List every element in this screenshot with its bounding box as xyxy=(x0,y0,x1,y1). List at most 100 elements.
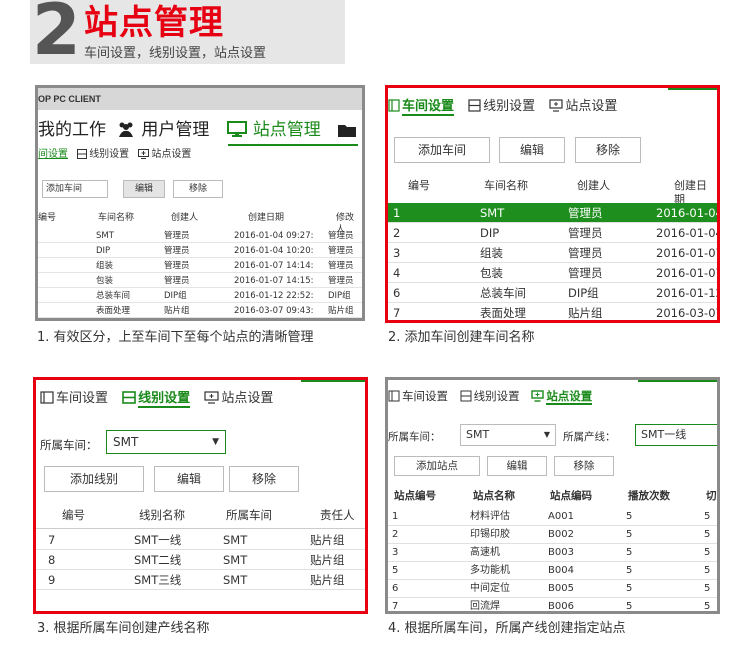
workshop-label: 所属车间： xyxy=(40,438,98,452)
screenshot-site-settings: 车间设置 线别设置 站点设置 所属车间： SMT ▼ 所属产线： SMT一线 添加… xyxy=(385,377,720,614)
remove-button[interactable]: 移除 xyxy=(554,456,614,476)
workshop-icon xyxy=(388,99,400,118)
table-row[interactable]: 2 DIP 管理员 2016-01-04 xyxy=(388,223,717,243)
remove-button[interactable]: 移除 xyxy=(229,466,299,492)
workshop-icon xyxy=(40,391,54,410)
line-icon xyxy=(122,391,136,410)
edit-button[interactable]: 编辑 xyxy=(499,137,565,163)
accent-line xyxy=(638,380,717,382)
nav-site-management[interactable]: 站点管理 xyxy=(226,120,327,140)
workshop-label: 所属车间： xyxy=(388,431,441,443)
column-header: 站点编号 xyxy=(394,490,436,502)
caption-3: 3. 根据所属车间创建产线名称 xyxy=(37,621,210,636)
edit-button[interactable]: 编辑 xyxy=(154,466,224,492)
edit-button[interactable]: 编辑 xyxy=(487,456,547,476)
column-header: 编号 xyxy=(408,179,430,192)
header-divider xyxy=(36,528,365,529)
column-header: 车间名称 xyxy=(484,179,528,192)
column-header: 车间名称 xyxy=(98,213,135,223)
table-row[interactable]: 组装 管理员 2016-01-07 14:14: 管理员 xyxy=(38,260,362,273)
column-header: 创建人 xyxy=(171,213,199,223)
add-workshop-button[interactable]: 添加车间 xyxy=(394,137,490,163)
add-workshop-button[interactable]: 添加车间 xyxy=(42,180,108,198)
add-line-button[interactable]: 添加线别 xyxy=(44,466,144,492)
column-header: 切 xyxy=(706,490,717,502)
section-subtitle: 车间设置，线别设置，站点设置 xyxy=(84,46,267,61)
workshop-select[interactable]: SMT ▼ xyxy=(106,430,226,454)
line-label: 所属产线： xyxy=(563,431,616,443)
caption-1: 1. 有效区分，上至车间下至每个站点的清晰管理 xyxy=(37,330,314,345)
tab-bar: 车间设置 线别设置 站点设置 xyxy=(388,388,593,406)
edit-button[interactable]: 编辑 xyxy=(123,180,165,198)
tab-site-settings[interactable]: 站点设置 xyxy=(151,149,191,160)
site-icon xyxy=(204,391,219,410)
tab-workshop-settings[interactable]: 车间设置 xyxy=(56,391,108,406)
tab-site-settings[interactable]: 站点设置 xyxy=(546,389,593,405)
nav-active-underline xyxy=(228,144,358,146)
line-icon xyxy=(468,99,481,118)
folder-icon xyxy=(338,120,357,144)
line-select[interactable]: SMT一线 xyxy=(635,424,717,446)
workshop-select[interactable]: SMT ▼ xyxy=(460,424,556,446)
line-icon xyxy=(460,390,472,406)
table-row[interactable]: 包装 管理员 2016-01-07 14:15: 管理员 xyxy=(38,275,362,288)
table-row[interactable]: 7 表面处理 贴片组 2016-03-07 xyxy=(388,303,717,320)
site-icon xyxy=(138,149,150,164)
tab-line-settings[interactable]: 线别设置 xyxy=(89,149,129,160)
app-title: OP PC CLIENT xyxy=(38,94,101,104)
table-row[interactable]: 1 材料评估 A001 5 5 xyxy=(388,508,717,526)
tab-bar: 车间设置 线别设置 站点设置 xyxy=(40,390,273,410)
table-row[interactable]: 2 印锡印胶 B002 5 5 xyxy=(388,526,717,544)
column-header: 站点编码 xyxy=(550,490,592,502)
column-header: 所属车间 xyxy=(226,508,272,522)
table-row[interactable]: 3 组装 管理员 2016-01-07 xyxy=(388,243,717,263)
remove-button[interactable]: 移除 xyxy=(173,180,223,198)
tab-line-settings[interactable]: 线别设置 xyxy=(138,391,191,408)
add-site-button[interactable]: 添加站点 xyxy=(394,456,480,476)
tab-workshop-settings[interactable]: 车间设置 xyxy=(402,99,455,116)
table-row[interactable]: 6 中间定位 B005 5 5 xyxy=(388,580,717,598)
column-header: 播放次数 xyxy=(628,490,670,502)
nav-documents[interactable]: 文 xyxy=(338,120,362,140)
column-header: 责任人 xyxy=(320,508,355,522)
tab-workshop-settings[interactable]: 间设置 xyxy=(38,149,68,160)
tab-bar: 车间设置 线别设置 站点设置 xyxy=(388,98,617,118)
accent-line xyxy=(668,88,717,90)
table-row[interactable]: 总装车间 DIP组 2016-01-12 22:52: DIP组 xyxy=(38,290,362,303)
column-header: 线别名称 xyxy=(139,508,185,522)
table-row[interactable]: 5 多功能机 B004 5 5 xyxy=(388,562,717,580)
screenshot-workshop-settings: 车间设置 线别设置 站点设置 添加车间 编辑 移除 编号 车间名称 创建人 创建… xyxy=(385,85,720,323)
dropdown-arrow-icon: ▼ xyxy=(212,437,219,447)
accent-line xyxy=(301,380,365,382)
screenshot-line-settings: 车间设置 线别设置 站点设置 所属车间： SMT ▼ 添加线别 编辑 移除 编号 … xyxy=(33,377,368,614)
table-row[interactable]: 6 总装车间 DIP组 2016-01-12 xyxy=(388,283,717,303)
nav-my-work[interactable]: 我的工作 xyxy=(38,120,106,140)
site-icon xyxy=(549,99,563,118)
dropdown-arrow-icon: ▼ xyxy=(543,430,550,439)
tab-site-settings[interactable]: 站点设置 xyxy=(565,99,617,114)
line-icon xyxy=(77,149,88,164)
section-title: 站点管理 xyxy=(84,3,224,43)
column-header: 编号 xyxy=(62,508,85,522)
column-header: 创建人 xyxy=(577,179,610,192)
table-row[interactable]: 3 高速机 B003 5 5 xyxy=(388,544,717,562)
tab-workshop-settings[interactable]: 车间设置 xyxy=(402,389,448,403)
table-row[interactable]: DIP 管理员 2016-01-04 10:20: 管理员 xyxy=(38,245,362,258)
nav-user-management[interactable]: 用户管理 xyxy=(117,120,215,140)
table-row[interactable]: 9 SMT三线 SMT 贴片组 xyxy=(36,570,365,590)
main-nav: 我的工作 用户管理 站点管理 文 xyxy=(38,118,362,144)
remove-button[interactable]: 移除 xyxy=(575,137,641,163)
app-titlebar: OP PC CLIENT xyxy=(38,88,362,110)
table-row[interactable]: 8 SMT二线 SMT 贴片组 xyxy=(36,550,365,570)
tab-site-settings[interactable]: 站点设置 xyxy=(221,391,273,406)
table-row[interactable]: SMT 管理员 2016-01-04 09:27: 管理员 xyxy=(38,230,362,243)
table-row-selected[interactable]: 1 SMT 管理员 2016-01-04 xyxy=(388,203,717,223)
table-row[interactable]: 4 包装 管理员 2016-01-07 xyxy=(388,263,717,283)
users-icon xyxy=(117,120,135,144)
table-row[interactable]: 7 SMT一线 SMT 贴片组 xyxy=(36,530,365,550)
tab-line-settings[interactable]: 线别设置 xyxy=(474,389,520,403)
tab-line-settings[interactable]: 线别设置 xyxy=(483,99,535,114)
table-row[interactable]: 7 回流焊 B006 5 5 xyxy=(388,598,717,611)
table-row[interactable]: 表面处理 贴片组 2016-03-07 09:43: 贴片组 xyxy=(38,305,362,318)
section-number: 2 xyxy=(32,0,81,71)
